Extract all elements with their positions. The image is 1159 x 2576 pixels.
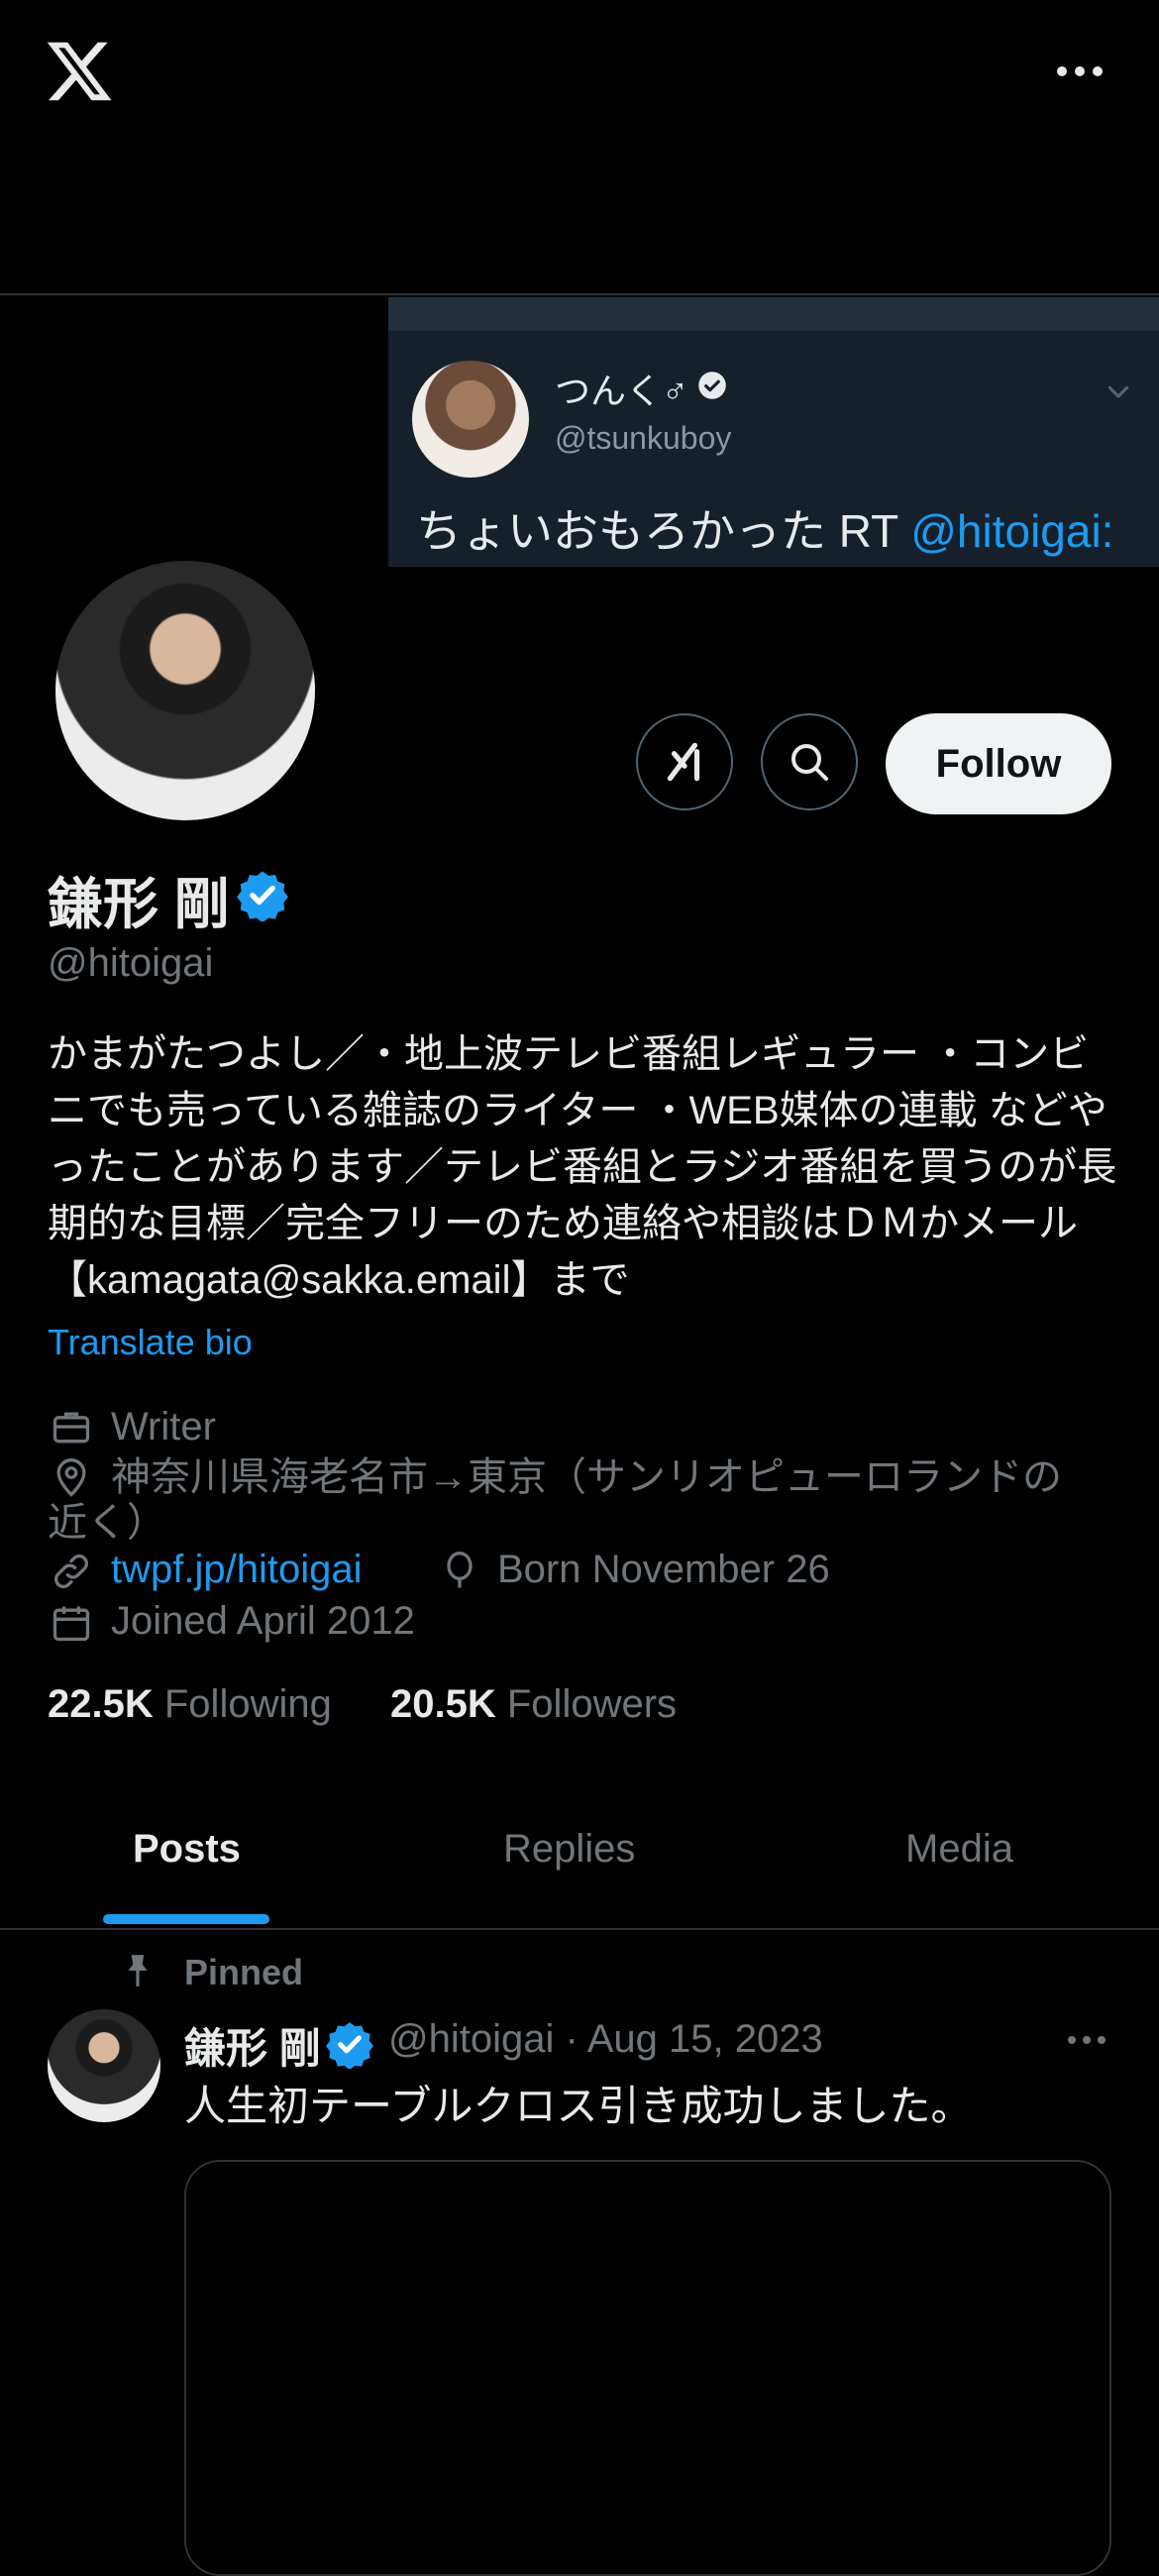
tab-media[interactable]: Media: [905, 1827, 1013, 1872]
following-label: Following: [163, 1682, 332, 1726]
profile-avatar[interactable]: [52, 557, 319, 824]
profile-handle: @hitoigai: [48, 941, 214, 985]
following-link[interactable]: 22.5K Following: [48, 1682, 332, 1727]
verified-badge-icon: [325, 2019, 374, 2069]
profile-profession: Writer: [111, 1405, 216, 1449]
followers-count: 20.5K: [390, 1682, 496, 1726]
post-separator: ·: [565, 2017, 579, 2061]
post-date[interactable]: Aug 15, 2023: [587, 2017, 823, 2061]
balloon-icon: [438, 1550, 481, 1593]
followers-link[interactable]: 20.5K Followers: [390, 1682, 677, 1727]
followers-label: Followers: [506, 1682, 678, 1726]
post-more-icon[interactable]: [1064, 2025, 1109, 2055]
verified-badge-icon[interactable]: [236, 868, 289, 921]
banner-strip: [388, 297, 1159, 331]
profile-name: 鎌形 剛: [48, 873, 230, 935]
link-icon: [50, 1550, 93, 1593]
post-author-name[interactable]: 鎌形 剛: [184, 2015, 321, 2076]
banner-handle: @tsunkuboy: [555, 420, 732, 456]
banner-tweet-text: ちょいおもろかった RT @hitoigai:: [416, 495, 1113, 561]
x-logo-icon[interactable]: [44, 36, 115, 107]
post-text: 人生初テーブルクロス引き成功しました。: [184, 2083, 973, 2129]
calendar-icon: [50, 1601, 93, 1645]
profile-website-link[interactable]: twpf.jp/hitoigai: [111, 1548, 362, 1592]
translate-bio-link[interactable]: Translate bio: [48, 1322, 253, 1363]
grok-button[interactable]: [636, 713, 733, 810]
search-button[interactable]: [761, 713, 858, 810]
profile-bio: かまがたつよし／・地上波テレビ番組レギュラー ・コンビニでも売っている雑誌のライ…: [48, 1032, 1117, 1302]
top-bar: [0, 0, 1159, 293]
post-author-handle[interactable]: @hitoigai: [388, 2017, 554, 2061]
header-divider: [0, 293, 1159, 295]
pinned-label: Pinned: [184, 1952, 304, 1992]
post-meta: @hitoigai · Aug 15, 2023: [388, 2017, 823, 2062]
banner-text-prefix: ちょいおもろかった RT: [416, 505, 911, 557]
verified-icon: [697, 371, 727, 400]
following-count: 22.5K: [48, 1682, 154, 1726]
tab-replies[interactable]: Replies: [503, 1827, 635, 1872]
more-horizontal-icon[interactable]: [1050, 50, 1109, 93]
profile-birthday: Born November 26: [497, 1548, 830, 1591]
active-tab-indicator: [103, 1914, 269, 1924]
post-author-avatar[interactable]: [48, 2009, 160, 2122]
tabs-divider: [0, 1928, 1159, 1930]
grok-icon: [660, 737, 709, 787]
banner-name: つんく♂: [555, 371, 689, 411]
profile-location: 神奈川県海老名市→東京（サンリオピューロランドの近く）: [48, 1455, 1062, 1545]
chevron-down-icon: [1104, 376, 1133, 406]
briefcase-icon: [50, 1405, 93, 1449]
pin-icon: [119, 1952, 157, 1989]
profile-banner[interactable]: つんく♂ @tsunkuboy ちょいおもろかった RT @hitoigai:: [388, 297, 1159, 567]
profile-joined-date: Joined April 2012: [111, 1599, 415, 1643]
search-icon: [786, 738, 833, 786]
banner-avatar: [412, 361, 529, 478]
banner-mention: @hitoigai:: [910, 505, 1114, 557]
post-media[interactable]: [184, 2160, 1111, 2576]
tab-posts[interactable]: Posts: [133, 1827, 241, 1872]
follow-button[interactable]: Follow: [886, 713, 1111, 814]
